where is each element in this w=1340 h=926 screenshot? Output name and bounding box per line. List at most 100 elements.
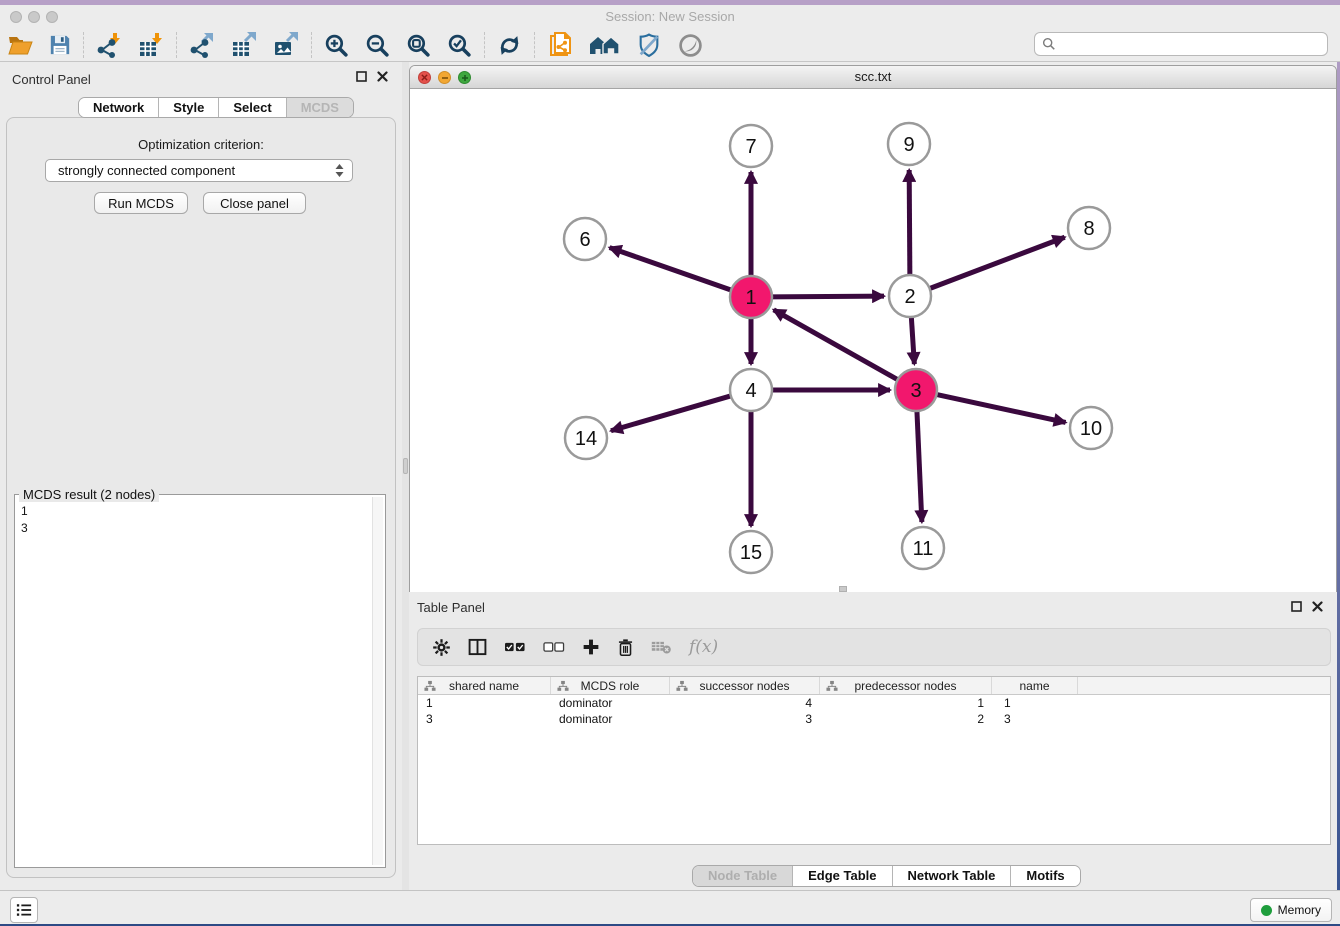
graph-node-11[interactable]: 11 xyxy=(902,527,944,569)
window-minimize-button[interactable] xyxy=(28,11,40,23)
result-scrollbar[interactable] xyxy=(372,497,383,865)
panel-splitter[interactable] xyxy=(402,62,409,890)
graph-edge-2-3[interactable] xyxy=(911,315,914,364)
graph-edge-3-1[interactable] xyxy=(774,310,900,381)
network-graph: 1 2 3 4 6 7 8 9 10 11 14 15 xyxy=(410,89,1336,592)
window-zoom-button[interactable] xyxy=(46,11,58,23)
column-settings-icon[interactable] xyxy=(432,638,451,657)
close-table-panel-icon[interactable] xyxy=(1312,601,1323,612)
network-window-title: scc.txt xyxy=(410,66,1336,88)
zoom-selected-icon[interactable] xyxy=(439,30,480,60)
zoom-in-icon[interactable] xyxy=(316,30,357,60)
tab-select[interactable]: Select xyxy=(219,98,286,117)
network-canvas[interactable]: 1 2 3 4 6 7 8 9 10 11 14 15 xyxy=(410,89,1336,592)
import-network-icon[interactable] xyxy=(88,30,130,60)
zoom-fit-icon[interactable] xyxy=(398,30,439,60)
export-image-icon[interactable] xyxy=(265,30,307,60)
graph-node-14[interactable]: 14 xyxy=(565,417,607,459)
export-network-icon[interactable] xyxy=(181,30,223,60)
control-panel: Control Panel Network Style Select MCDS … xyxy=(0,62,402,890)
open-session-icon[interactable] xyxy=(0,30,41,60)
clone-network-icon[interactable] xyxy=(539,30,581,60)
dropdown-stepper-icon xyxy=(335,163,344,178)
svg-text:2: 2 xyxy=(904,286,915,308)
search-input[interactable] xyxy=(1061,34,1327,54)
graph-node-15[interactable]: 15 xyxy=(730,531,772,573)
tab-node-table[interactable]: Node Table xyxy=(693,866,793,886)
table-cell: 3 xyxy=(992,711,1078,727)
criterion-dropdown[interactable]: strongly connected component xyxy=(45,159,353,182)
graph-node-8[interactable]: 8 xyxy=(1068,207,1110,249)
network-zoom-button[interactable] xyxy=(458,71,471,84)
column-header-name[interactable]: name xyxy=(992,677,1078,694)
graph-edge-3-10[interactable] xyxy=(935,394,1066,422)
export-table-icon[interactable] xyxy=(223,30,265,60)
graph-node-9[interactable]: 9 xyxy=(888,123,930,165)
memory-button[interactable]: Memory xyxy=(1250,898,1332,922)
hide-graphics-details-icon[interactable] xyxy=(628,30,670,60)
mcds-result-box: MCDS result (2 nodes) 1 3 xyxy=(14,494,386,868)
save-session-icon[interactable] xyxy=(41,30,79,60)
network-view-window: scc.txt 1 2 3 4 6 7 8 9 10 11 14 15 xyxy=(409,65,1337,592)
close-panel-icon[interactable] xyxy=(377,71,388,82)
table-cell: dominator xyxy=(551,695,670,711)
graph-edge-2-8[interactable] xyxy=(928,237,1065,289)
tab-style[interactable]: Style xyxy=(159,98,219,117)
show-hide-panel-icon[interactable] xyxy=(670,30,711,60)
status-bar: Memory xyxy=(0,890,1340,924)
network-minimize-button[interactable] xyxy=(438,71,451,84)
column-header-MCDS-role[interactable]: MCDS role xyxy=(551,677,670,694)
graph-node-4[interactable]: 4 xyxy=(730,369,772,411)
split-panel-icon[interactable] xyxy=(468,638,487,656)
splitter-grip[interactable] xyxy=(403,458,408,474)
column-header-predecessor-nodes[interactable]: predecessor nodes xyxy=(820,677,992,694)
graph-node-2[interactable]: 2 xyxy=(889,275,931,317)
tab-network-table[interactable]: Network Table xyxy=(893,866,1012,886)
graph-node-7[interactable]: 7 xyxy=(730,125,772,167)
tab-motifs[interactable]: Motifs xyxy=(1011,866,1079,886)
first-neighbors-icon[interactable] xyxy=(581,30,628,60)
float-panel-icon[interactable] xyxy=(356,71,367,82)
add-column-icon[interactable] xyxy=(582,638,600,656)
column-header-shared-name[interactable]: shared name xyxy=(418,677,551,694)
delete-column-icon[interactable] xyxy=(617,638,634,657)
graph-edge-1-2[interactable] xyxy=(770,296,884,297)
column-header-successor-nodes[interactable]: successor nodes xyxy=(670,677,820,694)
mcds-result-text[interactable]: 1 3 xyxy=(21,503,28,537)
run-mcds-button[interactable]: Run MCDS xyxy=(94,192,188,214)
graph-edge-1-6[interactable] xyxy=(610,248,734,291)
memory-status-dot xyxy=(1261,905,1272,916)
zoom-out-icon[interactable] xyxy=(357,30,398,60)
graph-node-1[interactable]: 1 xyxy=(730,276,772,318)
tab-network[interactable]: Network xyxy=(79,98,159,117)
tab-mcds[interactable]: MCDS xyxy=(287,98,353,117)
close-panel-button[interactable]: Close panel xyxy=(203,192,306,214)
import-table-icon[interactable] xyxy=(130,30,172,60)
node-table-header: shared nameMCDS rolesuccessor nodesprede… xyxy=(418,677,1330,695)
network-window-titlebar: scc.txt xyxy=(410,66,1336,89)
table-row[interactable]: 1dominator411 xyxy=(418,695,1330,711)
graph-node-10[interactable]: 10 xyxy=(1070,407,1112,449)
table-row[interactable]: 3dominator323 xyxy=(418,711,1330,727)
graph-edge-3-11[interactable] xyxy=(917,409,922,522)
table-cell: dominator xyxy=(551,711,670,727)
select-all-check-icon[interactable] xyxy=(504,642,526,652)
tab-edge-table[interactable]: Edge Table xyxy=(793,866,892,886)
graph-edge-2-9[interactable] xyxy=(909,170,910,277)
column-type-icon xyxy=(826,680,838,692)
table-cell: 4 xyxy=(670,695,820,711)
search-box[interactable] xyxy=(1034,32,1328,56)
float-table-panel-icon[interactable] xyxy=(1291,601,1302,612)
deselect-all-check-icon[interactable] xyxy=(543,642,565,652)
control-panel-tabs: Network Style Select MCDS xyxy=(78,97,354,118)
refresh-view-icon[interactable] xyxy=(489,30,530,60)
toolbar-divider xyxy=(176,32,177,58)
task-history-button[interactable] xyxy=(10,897,38,923)
search-icon xyxy=(1042,37,1056,51)
graph-node-3[interactable]: 3 xyxy=(895,369,937,411)
node-table[interactable]: shared nameMCDS rolesuccessor nodesprede… xyxy=(417,676,1331,845)
window-close-button[interactable] xyxy=(10,11,22,23)
graph-node-6[interactable]: 6 xyxy=(564,218,606,260)
graph-edge-4-14[interactable] xyxy=(611,395,733,430)
network-close-button[interactable] xyxy=(418,71,431,84)
